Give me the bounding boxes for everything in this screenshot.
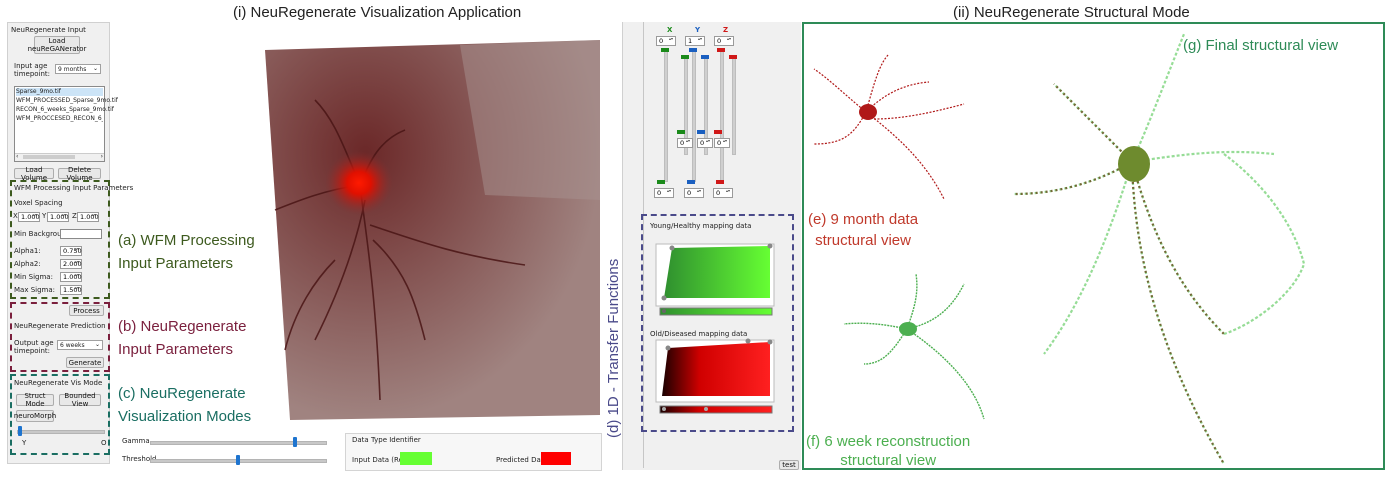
z-mid-slider[interactable]	[732, 58, 736, 155]
annotation-f-line1: (f) 6 week reconstruction	[806, 433, 971, 450]
annotation-d: (d) 1D - Transfer Functions	[605, 258, 622, 438]
prediction-highlight	[10, 302, 110, 372]
input-age-select[interactable]: 9 months ⌄	[55, 64, 101, 74]
annotation-a: (a) WFM Processing Input Parameters	[118, 231, 255, 273]
x-channel-label: X	[667, 26, 673, 34]
young-tf-title: Young/Healthy mapping data	[650, 222, 752, 230]
volume-list[interactable]: Sparse_9mo.tif WFM_PROCESSED_Sparse_9mo.…	[14, 86, 118, 162]
z-bottom-input[interactable]: 0	[713, 188, 733, 198]
input-age-value: 9 months	[58, 66, 87, 73]
wfm-params-highlight	[10, 180, 110, 299]
horizontal-scrollbar[interactable]: ‹ ›	[15, 153, 104, 161]
annotation-c-line2: Visualization Modes	[118, 408, 252, 425]
y-low-handle[interactable]	[697, 130, 705, 134]
z-top-input[interactable]: 0	[714, 36, 734, 46]
gamma-slider-handle[interactable]	[293, 437, 298, 447]
annotation-e-line1: (e) 9 month data	[808, 211, 919, 228]
list-item[interactable]: WFM_PROCCESED_RECON_6_wee	[16, 115, 103, 123]
load-volume-button[interactable]: Load Volume	[14, 166, 54, 182]
annotation-f: (f) 6 week reconstruction structural vie…	[806, 432, 970, 470]
x-mid-handle[interactable]	[681, 55, 689, 59]
annotation-g: (g) Final structural view	[1183, 37, 1339, 54]
nine-month-soma	[859, 104, 877, 120]
annotation-f-line2: structural view	[840, 452, 937, 469]
z-channel-label: Z	[723, 26, 729, 34]
tf-control-point[interactable]	[745, 338, 751, 344]
tf-color-stop[interactable]	[662, 407, 666, 411]
x-vertical-slider[interactable]	[664, 50, 668, 182]
x-bottom-handle[interactable]	[657, 180, 665, 184]
tf-color-stop[interactable]	[704, 407, 708, 411]
y-mid-handle[interactable]	[701, 55, 709, 59]
annotation-c-line1: (c) NeuRegenerate	[118, 385, 246, 402]
annotation-a-line1: (a) WFM Processing	[118, 232, 255, 249]
list-item[interactable]: Sparse_9mo.tif	[16, 88, 103, 96]
load-neureganerator-button[interactable]: Load neuReGANerator	[28, 36, 86, 54]
y-mid-input[interactable]: 0	[697, 138, 713, 148]
old-transfer-function-editor[interactable]	[650, 336, 780, 418]
chevron-down-icon: ⌄	[92, 65, 98, 72]
annotation-c: (c) NeuRegenerate Visualization Modes	[118, 384, 251, 426]
young-transfer-function-editor[interactable]	[650, 240, 780, 320]
annotation-b: (b) NeuRegenerate Input Parameters	[118, 317, 246, 359]
old-tf-curve	[662, 342, 770, 396]
x-low-handle[interactable]	[677, 130, 685, 134]
y-channel-label: Y	[695, 26, 701, 34]
z-vertical-slider[interactable]	[720, 50, 724, 182]
annotation-e: (e) 9 month data structural view	[808, 210, 918, 250]
z-mid-input[interactable]: 0	[714, 138, 730, 148]
final-neuron	[1013, 33, 1306, 465]
six-week-neuron	[843, 273, 985, 420]
z-top-handle[interactable]	[717, 48, 725, 52]
input-group-title: NeuRegenerate Input	[11, 26, 86, 34]
soma	[325, 151, 393, 215]
tf-control-point[interactable]	[767, 243, 773, 249]
y-vertical-slider[interactable]	[692, 50, 696, 182]
tf-control-point[interactable]	[767, 339, 773, 345]
input-data-swatch	[400, 452, 432, 465]
test-button[interactable]: test	[779, 460, 799, 470]
y-top-handle[interactable]	[689, 48, 697, 52]
threshold-slider-handle[interactable]	[235, 455, 240, 465]
predicted-data-swatch	[541, 452, 571, 465]
chevron-right-icon[interactable]: ›	[101, 153, 103, 160]
list-item[interactable]: WFM_PROCESSED_Sparse_9mo.tif	[16, 97, 118, 105]
x-mid-input[interactable]: 0	[677, 138, 693, 148]
young-tf-curve	[664, 246, 770, 298]
vis-mode-highlight	[10, 374, 110, 455]
volume-render-view[interactable]	[255, 40, 615, 420]
chevron-left-icon[interactable]: ‹	[16, 153, 18, 160]
x-top-input[interactable]: 0	[656, 36, 676, 46]
x-top-handle[interactable]	[661, 48, 669, 52]
tf-control-point[interactable]	[661, 295, 667, 301]
six-week-soma	[899, 322, 917, 336]
gamma-slider-track[interactable]	[150, 441, 327, 445]
z-bottom-handle[interactable]	[716, 180, 724, 184]
final-soma	[1118, 146, 1150, 182]
y-bottom-input[interactable]: 0	[684, 188, 704, 198]
y-top-input[interactable]: 1	[685, 36, 705, 46]
tf-control-point[interactable]	[665, 345, 671, 351]
annotation-b-line2: Input Parameters	[118, 341, 234, 358]
annotation-e-line2: structural view	[815, 232, 911, 249]
tf-color-stop[interactable]	[662, 309, 666, 313]
z-low-handle[interactable]	[714, 130, 722, 134]
delete-volume-button[interactable]: Delete Volume	[58, 166, 101, 182]
x-bottom-input[interactable]: 0	[654, 188, 674, 198]
list-item[interactable]: RECON_6_weeks_Sparse_9mo.tif	[16, 106, 114, 114]
data-type-title: Data Type Identifier	[352, 436, 421, 444]
annotation-a-line2: Input Parameters	[118, 255, 234, 272]
app-title: (i) NeuRegenerate Visualization Applicat…	[233, 4, 522, 21]
scrollbar-thumb[interactable]	[23, 155, 75, 159]
struct-mode-title: (ii) NeuRegenerate Structural Mode	[953, 4, 1190, 21]
input-age-label: Input age timepoint:	[14, 62, 51, 78]
y-bottom-handle[interactable]	[687, 180, 695, 184]
tf-control-point[interactable]	[669, 245, 675, 251]
z-mid-handle[interactable]	[729, 55, 737, 59]
gamma-label: Gamma	[122, 437, 150, 445]
nine-month-neuron	[813, 53, 965, 200]
annotation-b-line1: (b) NeuRegenerate	[118, 318, 247, 335]
